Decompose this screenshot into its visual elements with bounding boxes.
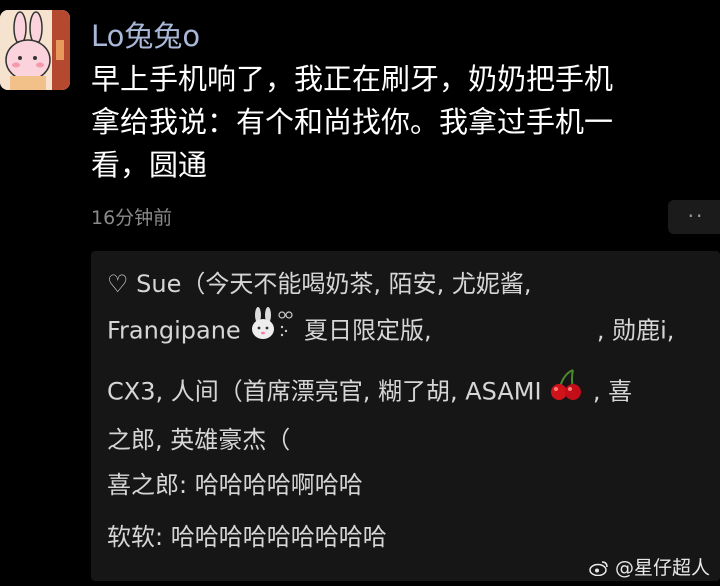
avatar[interactable] bbox=[0, 10, 70, 90]
watermark: @星仔超人 bbox=[589, 553, 710, 580]
likes-text[interactable]: Frangipane bbox=[107, 317, 241, 345]
post-text: 早上手机响了，我正在刷牙，奶奶把手机 拿给我说：有个和尚找你。我拿过手机一 看，… bbox=[91, 58, 701, 187]
likes-line: Frangipane 夏日限定版, , 勋鹿i, bbox=[107, 307, 707, 356]
post-timestamp: 16分钟前 bbox=[91, 207, 173, 229]
watermark-text: @星仔超人 bbox=[614, 557, 710, 579]
more-dots-icon: ·· bbox=[687, 204, 705, 228]
likes-text[interactable]: CX3, 人间（首席漂亮官, 糊了胡, ASAMI bbox=[107, 378, 542, 406]
likes-text[interactable]: 夏日限定版, bbox=[304, 317, 432, 345]
rabbit-emoji-icon bbox=[248, 307, 296, 356]
bunny-avatar-icon bbox=[0, 10, 70, 90]
likes-line: 之郎, 英雄豪杰（ bbox=[107, 417, 707, 463]
reply-item[interactable]: 喜之郎: 哈哈哈哈啊哈哈 bbox=[107, 470, 363, 500]
likes-text[interactable]: Sue（今天不能喝奶茶, 陌安, 尤妮酱, bbox=[136, 270, 531, 298]
comment-section: ♡ Sue（今天不能喝奶茶, 陌安, 尤妮酱, Frangipane 夏日限定版… bbox=[91, 251, 720, 581]
heart-icon: ♡ bbox=[107, 270, 129, 298]
more-options-button[interactable]: ·· bbox=[668, 200, 720, 234]
likes-text[interactable]: 之郎, 英雄豪杰（ bbox=[107, 426, 290, 454]
post-text-line: 早上手机响了，我正在刷牙，奶奶把手机 bbox=[91, 62, 614, 96]
reply-item[interactable]: 软软: 哈哈哈哈哈哈哈哈哈 bbox=[107, 522, 387, 552]
post-text-line: 看，圆通 bbox=[91, 148, 208, 182]
username[interactable]: Lo兔兔o bbox=[91, 20, 200, 52]
weibo-icon bbox=[589, 557, 615, 579]
likes-text[interactable]: , 勋鹿i, bbox=[597, 317, 675, 345]
likes-line: CX3, 人间（首席漂亮官, 糊了胡, ASAMI , 喜 bbox=[107, 368, 707, 417]
post-text-line: 拿给我说：有个和尚找你。我拿过手机一 bbox=[91, 105, 614, 139]
likes-text[interactable]: , 喜 bbox=[593, 378, 632, 406]
likes-line: ♡ Sue（今天不能喝奶茶, 陌安, 尤妮酱, bbox=[107, 261, 707, 307]
cherry-emoji-icon bbox=[549, 368, 585, 417]
likes-list: ♡ Sue（今天不能喝奶茶, 陌安, 尤妮酱, Frangipane 夏日限定版… bbox=[107, 261, 707, 463]
